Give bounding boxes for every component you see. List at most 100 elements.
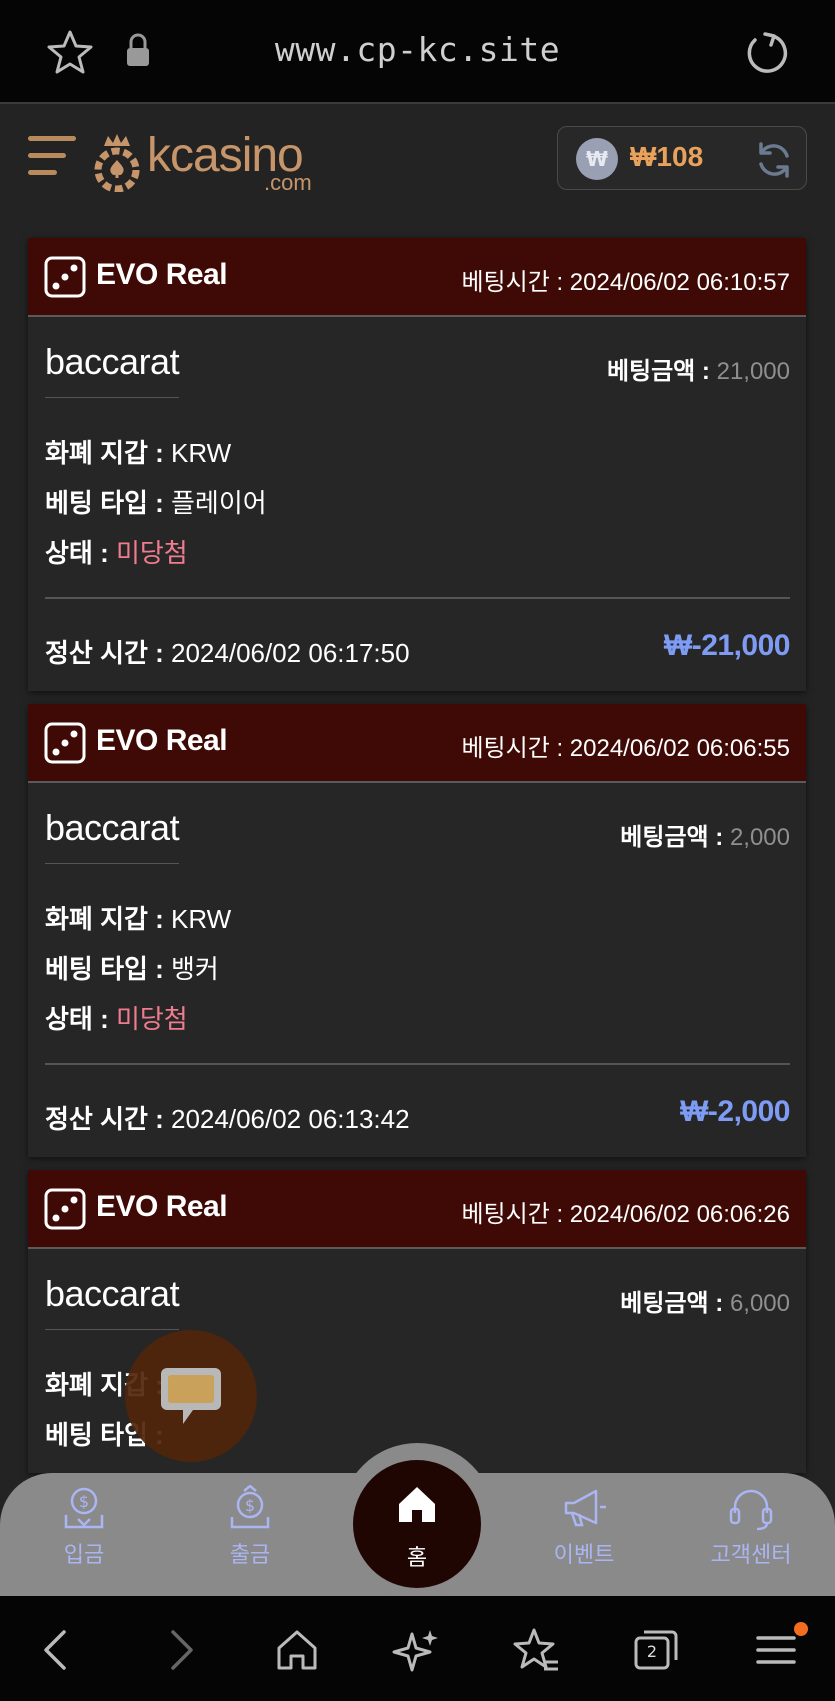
- provider-name: EVO Real: [96, 258, 228, 291]
- bet-amount-label: 베팅금액 :: [606, 358, 717, 385]
- browser-bottom-bar: 2: [0, 1596, 835, 1701]
- bet-amount: 베팅금액 : 21,000: [607, 351, 790, 386]
- status-label: 상태 :: [45, 1004, 116, 1034]
- bet-card-body: baccarat 베팅금액 : 21,000 화폐 지갑 : KRW 베팅 타입…: [28, 317, 806, 605]
- nav-home[interactable]: 홈: [353, 1460, 481, 1588]
- megaphone-icon: [564, 1489, 606, 1527]
- bet-type-row: 베팅 타입 : 플레이어: [45, 483, 267, 520]
- settle-label: 정산 시간 :: [45, 638, 172, 668]
- app-header: kcasino .com ₩ ₩108: [0, 106, 835, 216]
- bet-card-header: EVO Real 베팅시간 : 2024/06/02 06:10:57: [28, 238, 806, 317]
- logo-subtext: .com: [264, 170, 312, 195]
- withdraw-icon: $: [230, 1485, 270, 1529]
- sparkle-icon[interactable]: [392, 1626, 440, 1674]
- currency-label: 화폐 지갑 :: [45, 904, 172, 934]
- bet-time-label: 베팅시간 :: [461, 269, 570, 296]
- bet-card: EVO Real 베팅시간 : 2024/06/02 06:10:57 bacc…: [28, 238, 806, 691]
- bookmarks-icon[interactable]: [512, 1626, 560, 1674]
- settle-time: 정산 시간 : 2024/06/02 06:13:42: [45, 1099, 410, 1136]
- nav-deposit[interactable]: $ 입금: [14, 1485, 154, 1569]
- notification-dot: [794, 1622, 808, 1636]
- browser-menu-icon[interactable]: [752, 1626, 800, 1674]
- currency-row: 화폐 지갑 : KRW: [45, 433, 231, 470]
- bet-time-value: 2024/06/02 06:06:55: [569, 735, 790, 762]
- svg-text:$: $: [245, 1496, 255, 1515]
- svg-text:$: $: [79, 1492, 89, 1511]
- browser-home-icon[interactable]: [273, 1626, 321, 1674]
- dice-icon: [44, 256, 86, 298]
- bet-type-label: 베팅 타입 :: [45, 954, 172, 984]
- game-name: baccarat: [45, 341, 180, 398]
- nav-support[interactable]: 고객센터: [681, 1485, 821, 1569]
- bet-amount: 베팅금액 : 6,000: [620, 1283, 790, 1318]
- provider-name: EVO Real: [96, 724, 228, 757]
- nav-withdraw-label: 출금: [229, 1542, 271, 1567]
- bet-amount-value: 21,000: [716, 358, 790, 385]
- game-name: baccarat: [45, 1273, 180, 1330]
- nav-deposit-label: 입금: [63, 1542, 105, 1567]
- headset-icon: [729, 1489, 773, 1531]
- bet-type-row: 베팅 타입 : 뱅커: [45, 949, 219, 986]
- bet-time: 베팅시간 : 2024/06/02 06:10:57: [461, 262, 790, 297]
- settle-time-value: 2024/06/02 06:17:50: [171, 638, 410, 668]
- currency-value: KRW: [171, 438, 232, 468]
- tab-count: 2: [646, 1642, 658, 1661]
- bet-time-value: 2024/06/02 06:06:26: [569, 1201, 790, 1228]
- balance-value: ₩108: [630, 141, 704, 172]
- status-value: 미당첨: [115, 538, 188, 568]
- chat-bubble-icon: [161, 1368, 221, 1424]
- bet-amount-label: 베팅금액 :: [620, 1290, 730, 1317]
- bet-card-footer: 정산 시간 : 2024/06/02 06:17:50 ₩-21,000: [28, 605, 806, 691]
- deposit-icon: $: [64, 1487, 104, 1529]
- settle-time-value: 2024/06/02 06:13:42: [171, 1104, 410, 1134]
- back-icon[interactable]: [34, 1626, 82, 1674]
- status-value: 미당첨: [115, 1004, 188, 1034]
- profit-value: ₩-2,000: [680, 1095, 790, 1128]
- bet-amount: 베팅금액 : 2,000: [620, 817, 790, 852]
- currency-value: KRW: [171, 904, 232, 934]
- bet-type-value: 뱅커: [171, 954, 219, 984]
- dice-icon: [44, 1188, 86, 1230]
- bet-card-header: EVO Real 베팅시간 : 2024/06/02 06:06:55: [28, 704, 806, 783]
- profit-value: ₩-21,000: [663, 629, 791, 662]
- bet-amount-value: 2,000: [729, 824, 790, 851]
- settle-time: 정산 시간 : 2024/06/02 06:17:50: [45, 633, 410, 670]
- divider: [45, 1063, 790, 1065]
- status-label: 상태 :: [45, 538, 116, 568]
- nav-event[interactable]: 이벤트: [514, 1485, 654, 1569]
- crown-chip-icon: [94, 134, 140, 192]
- bet-type-label: 베팅 타입 :: [45, 488, 172, 518]
- nav-support-label: 고객센터: [710, 1542, 792, 1567]
- bet-time: 베팅시간 : 2024/06/02 06:06:26: [461, 1194, 790, 1229]
- bet-card-header: EVO Real 베팅시간 : 2024/06/02 06:06:26: [28, 1170, 806, 1249]
- nav-event-label: 이벤트: [553, 1542, 615, 1567]
- reload-icon[interactable]: [741, 28, 791, 78]
- kcasino-logo[interactable]: kcasino .com: [92, 128, 332, 198]
- bet-card-body: baccarat 베팅금액 : 2,000 화폐 지갑 : KRW 베팅 타입 …: [28, 783, 806, 1071]
- bet-time: 베팅시간 : 2024/06/02 06:06:55: [461, 728, 790, 763]
- currency-row: 화폐 지갑 : KRW: [45, 899, 231, 936]
- won-coin-icon: ₩: [576, 138, 618, 180]
- nav-home-label: 홈: [406, 1545, 428, 1570]
- bet-card-footer: 정산 시간 : 2024/06/02 06:13:42 ₩-2,000: [28, 1071, 806, 1157]
- divider: [45, 597, 790, 599]
- tabs-button[interactable]: 2: [632, 1626, 680, 1674]
- bet-time-label: 베팅시간 :: [461, 1201, 570, 1228]
- menu-icon[interactable]: [28, 136, 76, 184]
- bet-time-label: 베팅시간 :: [461, 735, 570, 762]
- currency-label: 화폐 지갑 :: [45, 438, 172, 468]
- dice-icon: [44, 722, 86, 764]
- home-icon: [399, 1487, 435, 1522]
- browser-top-bar: www.cp-kc.site: [0, 0, 835, 104]
- status-row: 상태 : 미당첨: [45, 533, 188, 570]
- bet-card: EVO Real 베팅시간 : 2024/06/02 06:06:55 bacc…: [28, 704, 806, 1157]
- chat-button[interactable]: [125, 1330, 257, 1462]
- status-row: 상태 : 미당첨: [45, 999, 188, 1036]
- refresh-icon[interactable]: [754, 140, 794, 180]
- provider-name: EVO Real: [96, 1190, 228, 1223]
- bet-amount-value: 6,000: [729, 1290, 790, 1317]
- nav-withdraw[interactable]: $ 출금: [180, 1485, 320, 1569]
- forward-icon[interactable]: [155, 1626, 203, 1674]
- url-bar[interactable]: www.cp-kc.site: [0, 30, 835, 69]
- balance-box: ₩ ₩108: [557, 126, 807, 190]
